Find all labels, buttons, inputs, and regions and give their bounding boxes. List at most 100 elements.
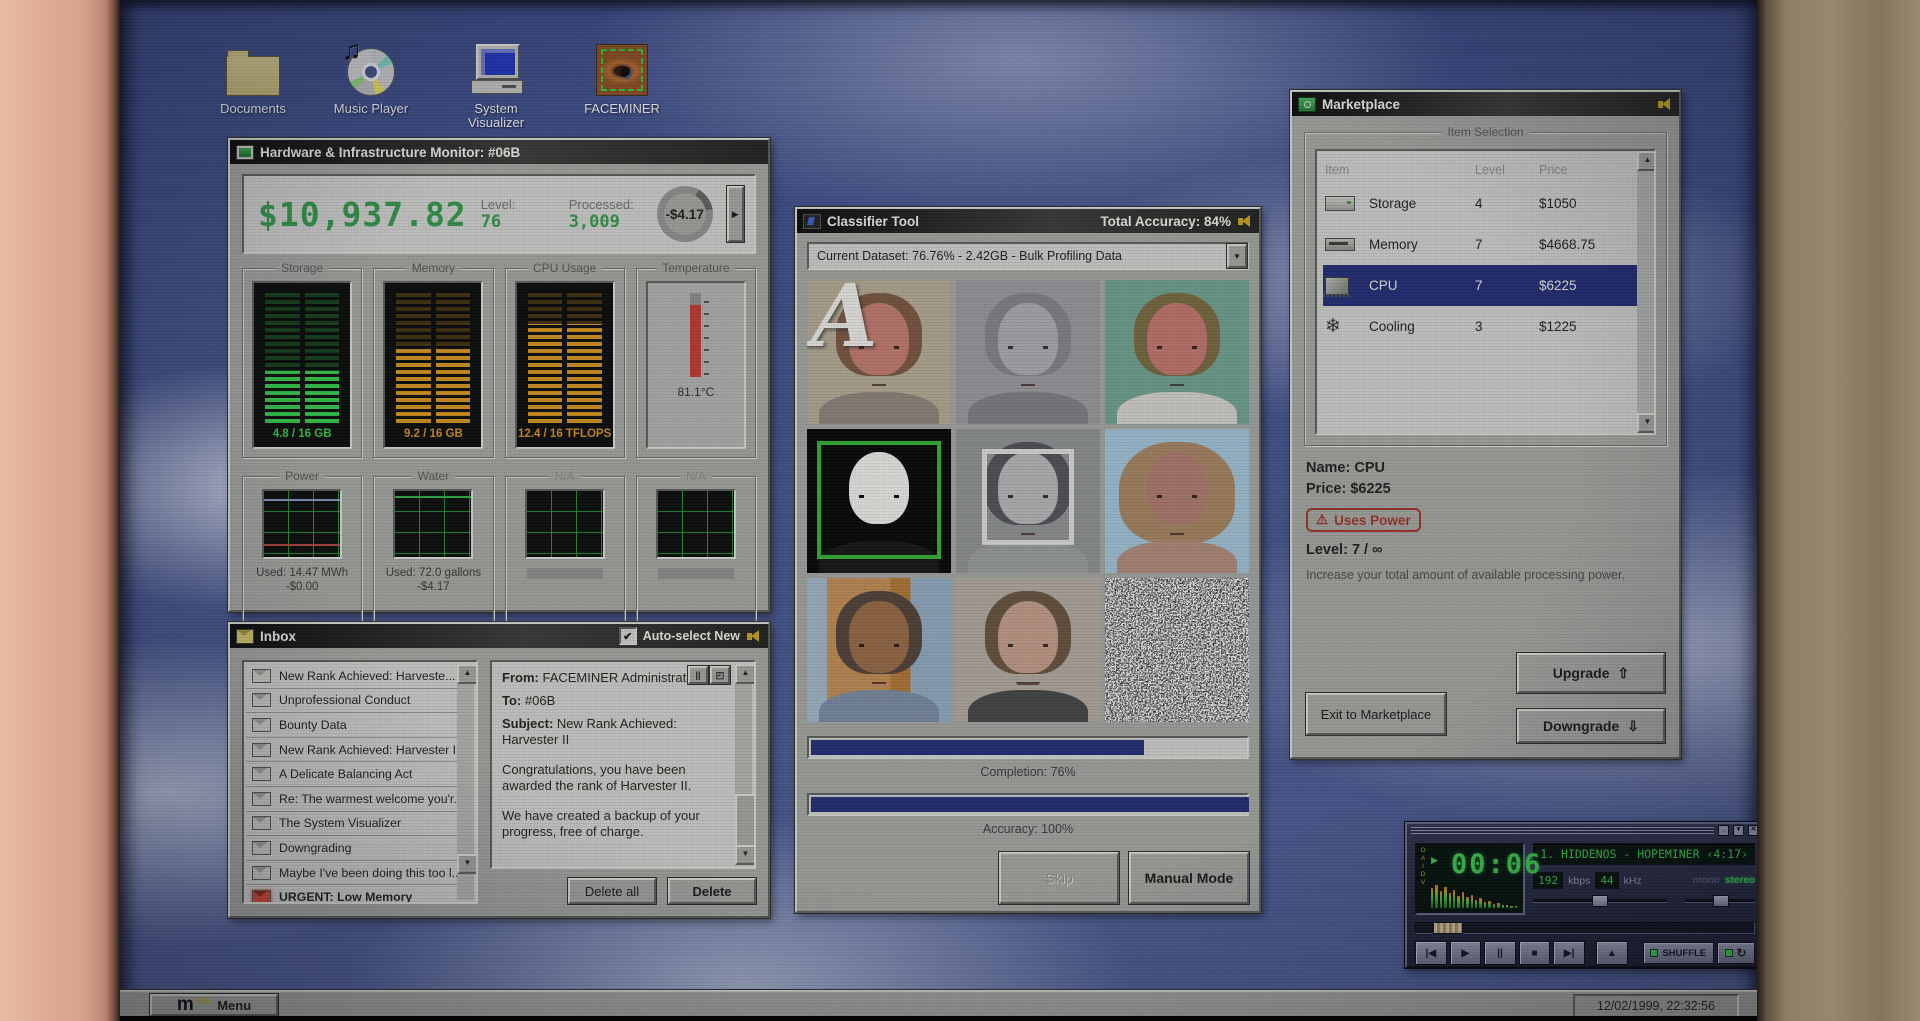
inbox-titlebar[interactable]: Inbox ✔ Auto-select New	[230, 624, 768, 648]
mail-item[interactable]: Unprofessional Conduct	[246, 689, 457, 714]
gauge-storage: Storage 4.8 / 16 GB	[242, 261, 363, 458]
clutterbar[interactable]: OAIDV	[1419, 847, 1427, 911]
desktop-icon-music-player[interactable]: ♫ Music Player	[325, 34, 417, 116]
autoselect-checkbox[interactable]: ✔	[618, 627, 637, 645]
accuracy-label: Accuracy: 100%	[982, 822, 1074, 836]
scroll-down-icon[interactable]: ▼	[735, 845, 754, 865]
market-row-memory[interactable]: Memory 7 $4668.75	[1325, 224, 1635, 265]
shuffle-button[interactable]: SHUFFLE	[1642, 942, 1714, 964]
delete-button[interactable]: Delete	[667, 877, 757, 905]
face-tile-5[interactable]	[956, 429, 1100, 573]
desktop-icon-documents[interactable]: Documents	[207, 34, 299, 116]
message-scrollbar[interactable]: ▲ ▼	[735, 664, 754, 865]
eject-button[interactable]: ▲	[1595, 941, 1628, 965]
classifier-titlebar[interactable]: Classifier Tool Total Accuracy: 84%	[797, 209, 1259, 233]
mail-item[interactable]: Downgrading	[246, 836, 457, 861]
market-row-cooling[interactable]: ❄ Cooling 3 $1225	[1325, 306, 1635, 347]
white-detection-box	[982, 449, 1074, 545]
scroll-thumb[interactable]	[735, 794, 754, 849]
static-noise	[1105, 578, 1249, 722]
exit-to-marketplace-button[interactable]: Exit to Marketplace	[1305, 692, 1447, 736]
marketplace-titlebar[interactable]: Marketplace	[1292, 92, 1679, 116]
seek-bar[interactable]	[1415, 922, 1755, 934]
upgrade-button[interactable]: Upgrade ⇧	[1516, 652, 1666, 694]
scroll-up-icon[interactable]: ▲	[735, 664, 754, 684]
balance-value: $10,937.82	[258, 194, 467, 234]
mail-item[interactable]: New Rank Achieved: Harvester I	[246, 738, 457, 763]
menu-button[interactable]: m OS Menu	[149, 993, 279, 1016]
play-button[interactable]: ▶	[1449, 941, 1482, 965]
delete-all-button[interactable]: Delete all	[567, 877, 657, 905]
window-title: Inbox	[260, 628, 296, 644]
player-titlebar[interactable]: _ ▾ ✕	[1407, 824, 1757, 837]
gauge-cpu: CPU Usage 12.4 / 16 TFLOPS	[504, 261, 625, 458]
track-title[interactable]: 1. HIDDENOS - HOPEMINER ‹4:17›	[1533, 843, 1755, 865]
manual-mode-button[interactable]: Manual Mode	[1128, 851, 1250, 905]
mail-icon	[252, 840, 271, 855]
minimize-icon[interactable]: _	[1718, 825, 1729, 836]
scroll-up-icon[interactable]: ▲	[1637, 151, 1654, 171]
up-arrow-icon: ⇧	[1617, 664, 1630, 681]
item-selection-group: Item Selection Item Level Price Storage …	[1304, 125, 1667, 446]
face-tile-1[interactable]: A	[807, 280, 951, 424]
marketplace-icon	[1298, 96, 1316, 112]
speaker-icon[interactable]	[746, 629, 762, 643]
scroll-down-icon[interactable]: ▼	[1637, 413, 1654, 433]
face-tile-3[interactable]	[1105, 280, 1249, 424]
pause-notifications-button[interactable]: ||	[687, 665, 709, 685]
hardware-titlebar[interactable]: Hardware & Infrastructure Monitor: #06B	[230, 140, 768, 164]
popout-button[interactable]: ◰	[709, 665, 731, 685]
balance-slider[interactable]	[1685, 895, 1755, 907]
speaker-icon[interactable]	[1657, 97, 1673, 111]
mail-item[interactable]: Bounty Data	[246, 713, 457, 738]
classifier-icon	[803, 213, 821, 229]
spectrum-analyzer[interactable]	[1431, 882, 1518, 908]
music-note-icon: ♫	[342, 35, 362, 65]
mono-indicator: mono	[1692, 875, 1720, 886]
mail-item[interactable]: Maybe I've been doing this too l...	[246, 861, 457, 886]
close-icon[interactable]: ✕	[1748, 825, 1757, 836]
seek-thumb[interactable]	[1432, 922, 1463, 934]
mail-item[interactable]: New Rank Achieved: Harveste...	[246, 664, 457, 689]
market-row-cpu-selected[interactable]: CPU 7 $6225	[1323, 265, 1637, 306]
market-row-storage[interactable]: Storage 4 $1050	[1325, 183, 1635, 224]
mail-list-scrollbar[interactable]: ▲ ▼	[457, 664, 476, 900]
mail-item[interactable]: Re: The warmest welcome you'r...	[246, 787, 457, 812]
samplerate-unit: kHz	[1623, 874, 1642, 887]
volume-slider[interactable]	[1533, 895, 1667, 907]
pause-button[interactable]: ||	[1484, 941, 1516, 965]
downgrade-button[interactable]: Downgrade ⇩	[1516, 708, 1666, 744]
dataset-dropdown[interactable]: Current Dataset: 76.76% - 2.42GB - Bulk …	[807, 242, 1249, 270]
previous-button[interactable]: |◀	[1415, 941, 1447, 965]
speaker-icon[interactable]	[1237, 214, 1253, 228]
scroll-down-icon[interactable]: ▼	[457, 854, 476, 874]
scroll-up-icon[interactable]: ▲	[457, 664, 476, 684]
face-tile-4-selected[interactable]	[807, 429, 951, 573]
snowflake-icon: ❄	[1325, 316, 1341, 337]
desktop-icon-faceminer[interactable]: FACEMINER	[576, 34, 668, 116]
mail-item[interactable]: A Delicate Balancing Act	[246, 762, 457, 787]
face-tile-6[interactable]	[1105, 429, 1249, 573]
skip-button[interactable]: Skip	[998, 851, 1120, 905]
taskbar: m OS Menu 12/02/1999, 22:32:56	[120, 990, 1757, 1016]
item-description: Increase your total amount of available …	[1306, 568, 1625, 582]
stop-button[interactable]: ■	[1518, 941, 1551, 965]
desktop-icon-system-visualizer[interactable]: System Visualizer	[450, 34, 542, 130]
shuffle-led	[1650, 949, 1659, 957]
next-button[interactable]: ▶|	[1553, 941, 1585, 965]
repeat-button[interactable]: ↻	[1716, 942, 1756, 964]
mail-item-urgent[interactable]: URGENT: Low Memory	[246, 885, 457, 902]
gauge-temperature: Temperature 81.1°C	[635, 261, 756, 458]
dropdown-arrow-icon[interactable]: ▼	[1226, 243, 1248, 269]
rate-next-button[interactable]: ▶	[725, 185, 745, 243]
face-tile-2[interactable]	[956, 280, 1100, 424]
face-tile-7[interactable]	[807, 578, 951, 722]
market-scrollbar[interactable]: ▲ ▼	[1637, 151, 1654, 433]
face-tile-9-noise[interactable]	[1105, 578, 1249, 722]
water-chart	[393, 489, 474, 559]
time-display[interactable]: 00:06	[1451, 849, 1542, 880]
windowshade-icon[interactable]: ▾	[1733, 825, 1744, 836]
face-tile-8[interactable]	[956, 578, 1100, 722]
mail-item[interactable]: The System Visualizer	[246, 812, 457, 837]
storage-drive-icon	[1325, 196, 1355, 211]
